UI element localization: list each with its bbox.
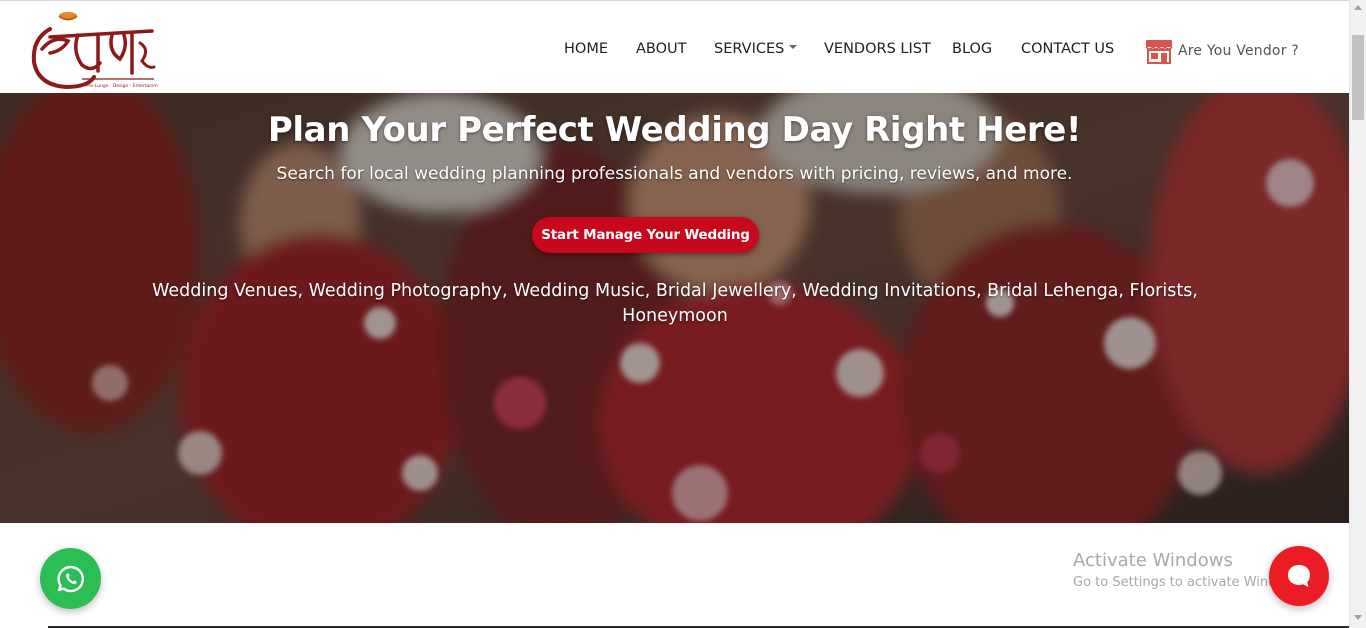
nav-home-label: HOME: [564, 41, 608, 57]
hero-title: Plan Your Perfect Wedding Day Right Here…: [267, 110, 1082, 150]
nav-vendors-list[interactable]: VENDORS LIST: [824, 41, 931, 57]
hero-subtitle: Search for local wedding planning profes…: [276, 164, 1073, 184]
nav-services[interactable]: SERVICES: [714, 41, 798, 57]
nav-contact-us[interactable]: CONTACT US: [1021, 41, 1114, 57]
nav-home[interactable]: HOME: [564, 41, 608, 57]
nav-blog[interactable]: BLOG: [952, 41, 992, 57]
are-you-vendor-link[interactable]: Are You Vendor ?: [1145, 37, 1299, 65]
nav-contact-us-label: CONTACT US: [1021, 41, 1115, 57]
caret-down-icon: [789, 45, 798, 49]
whatsapp-button[interactable]: [40, 548, 101, 609]
svg-text:Pre-Lunge · Design · Entertain: Pre-Lunge · Design · Entertainment: [86, 83, 158, 89]
site-logo[interactable]: Pre-Lunge · Design · Entertainment: [28, 7, 165, 90]
scroll-up-arrow-icon[interactable]: [1354, 5, 1362, 10]
chat-button[interactable]: [1269, 546, 1329, 606]
scrollbar-thumb[interactable]: [1352, 35, 1364, 120]
hero-banner: Plan Your Perfect Wedding Day Right Here…: [0, 93, 1349, 523]
nav-about-label: ABOUT: [636, 41, 687, 57]
start-manage-wedding-button[interactable]: Start Manage Your Wedding: [532, 217, 759, 253]
scroll-down-arrow-icon[interactable]: [1354, 615, 1362, 620]
nav-vendors-list-label: VENDORS LIST: [824, 41, 931, 57]
page: Pre-Lunge · Design · Entertainment HOME …: [0, 0, 1366, 628]
site-header: Pre-Lunge · Design · Entertainment HOME …: [0, 0, 1349, 93]
chat-bubble-icon: [1288, 565, 1310, 587]
nav-blog-label: BLOG: [952, 41, 993, 57]
vertical-scrollbar[interactable]: [1349, 0, 1366, 628]
are-you-vendor-label: Are You Vendor ?: [1178, 43, 1299, 59]
whatsapp-icon: [56, 565, 84, 592]
nav-services-label: SERVICES: [714, 41, 785, 57]
store-icon: [1145, 40, 1173, 64]
nav-about[interactable]: ABOUT: [636, 41, 687, 57]
hero-categories: Wedding Venues, Wedding Photography, Wed…: [152, 281, 1198, 326]
logo-graphic: Pre-Lunge · Design · Entertainment: [31, 12, 165, 90]
